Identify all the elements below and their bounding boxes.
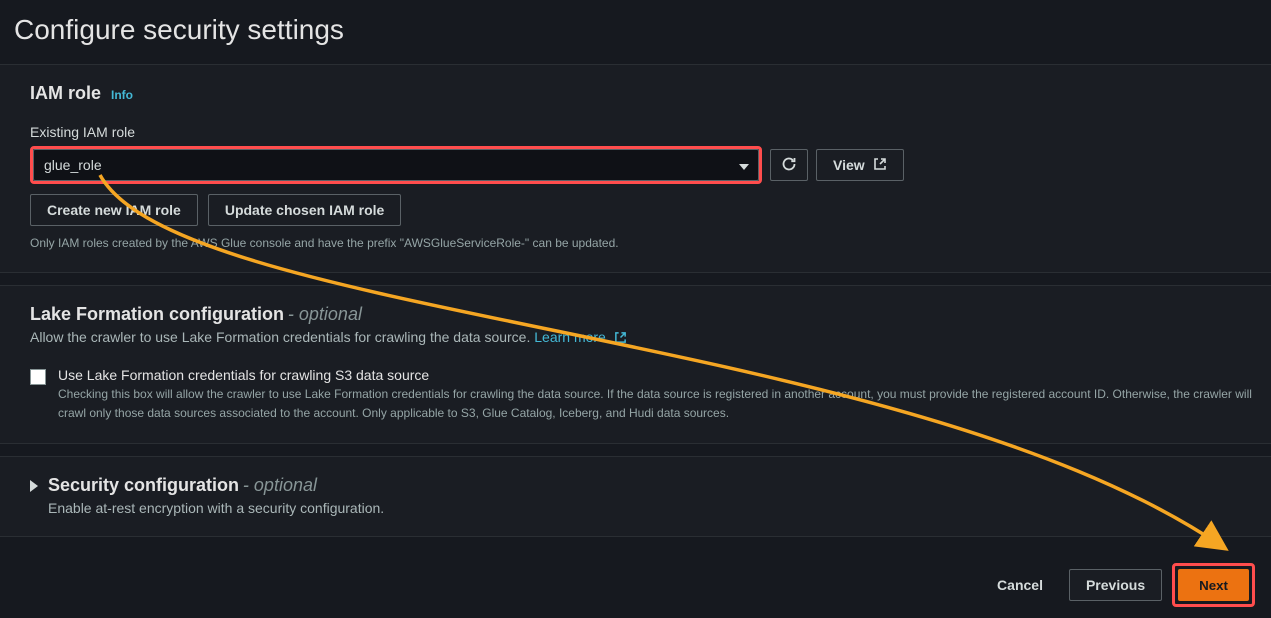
security-panel-title: Security configuration <box>48 475 239 495</box>
existing-iam-role-label: Existing IAM role <box>30 124 1255 140</box>
update-iam-role-button[interactable]: Update chosen IAM role <box>208 194 401 226</box>
iam-panel-title: IAM role <box>30 83 101 104</box>
lake-panel-desc: Allow the crawler to use Lake Formation … <box>30 329 530 345</box>
external-link-icon <box>614 331 627 344</box>
external-link-icon <box>873 157 887 174</box>
caret-right-icon <box>30 480 38 492</box>
page-title: Configure security settings <box>0 0 1271 64</box>
refresh-button[interactable] <box>770 149 808 181</box>
iam-role-select[interactable]: glue_role <box>33 149 759 181</box>
iam-role-panel: IAM role Info Existing IAM role glue_rol… <box>0 64 1271 273</box>
security-optional-label: - optional <box>243 475 317 495</box>
info-link[interactable]: Info <box>111 88 133 102</box>
lake-formation-checkbox[interactable] <box>30 369 46 385</box>
lake-formation-panel: Lake Formation configuration - optional … <box>0 285 1271 444</box>
expand-toggle[interactable] <box>30 479 38 495</box>
previous-button[interactable]: Previous <box>1069 569 1162 601</box>
cancel-button[interactable]: Cancel <box>981 569 1059 601</box>
lake-panel-title: Lake Formation configuration <box>30 304 284 324</box>
learn-more-link[interactable]: Learn more. <box>534 329 626 345</box>
view-button[interactable]: View <box>816 149 904 181</box>
next-button-highlight: Next <box>1172 563 1255 607</box>
lake-checkbox-label: Use Lake Formation credentials for crawl… <box>58 367 1255 383</box>
learn-more-label: Learn more. <box>534 329 609 345</box>
iam-role-dropdown-highlight: glue_role <box>30 146 762 184</box>
lake-checkbox-desc: Checking this box will allow the crawler… <box>58 385 1255 423</box>
security-panel-desc: Enable at-rest encryption with a securit… <box>48 500 384 516</box>
wizard-footer: Cancel Previous Next <box>0 549 1271 607</box>
view-button-label: View <box>833 157 865 173</box>
iam-helper-text: Only IAM roles created by the AWS Glue c… <box>30 234 1255 252</box>
security-config-panel: Security configuration - optional Enable… <box>0 456 1271 537</box>
refresh-icon <box>781 156 797 175</box>
next-button[interactable]: Next <box>1178 569 1249 601</box>
create-iam-role-button[interactable]: Create new IAM role <box>30 194 198 226</box>
lake-optional-label: - optional <box>288 304 362 324</box>
